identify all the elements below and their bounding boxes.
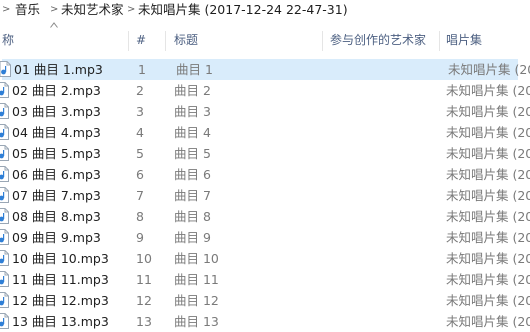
track-album: 未知唱片集 (201 [446, 167, 530, 182]
track-number: 13 [136, 314, 152, 329]
column-header-title[interactable]: 标题 [174, 28, 198, 53]
track-album: 未知唱片集 (201 [446, 293, 530, 308]
track-album: 未知唱片集 (201 [446, 209, 530, 224]
column-divider[interactable] [128, 31, 129, 51]
chevron-right-icon[interactable]: > [50, 0, 58, 20]
track-number: 10 [136, 251, 152, 266]
breadcrumb-item-artist[interactable]: 未知艺术家 [61, 0, 124, 20]
file-name: 10 曲目 10.mp3 [12, 251, 109, 266]
audio-file-icon [0, 187, 9, 203]
chevron-right-icon[interactable]: > [127, 0, 135, 20]
track-album: 未知唱片集 (201 [446, 230, 530, 245]
track-number: 8 [136, 209, 144, 224]
track-title: 曲目 8 [174, 209, 211, 224]
file-name: 09 曲目 9.mp3 [12, 230, 101, 245]
track-number: 1 [138, 62, 146, 77]
track-number: 4 [136, 125, 144, 140]
breadcrumb: > 音乐 > 未知艺术家 > 未知唱片集 (2017-12-24 22-47-3… [0, 0, 530, 20]
column-divider[interactable] [322, 31, 323, 51]
table-row[interactable]: 06 曲目 6.mp3 6 曲目 6 未知唱片集 (201 [0, 164, 530, 185]
track-album: 未知唱片集 (201 [446, 272, 530, 287]
track-album: 未知唱片集 (201 [446, 104, 530, 119]
track-title: 曲目 12 [174, 293, 219, 308]
column-header-row: 称 # 标题 参与创作的艺术家 唱片集 [0, 28, 530, 53]
track-number: 11 [136, 272, 152, 287]
audio-file-icon [0, 166, 9, 182]
audio-file-icon [0, 61, 11, 77]
track-number: 6 [136, 167, 144, 182]
breadcrumb-item-album[interactable]: 未知唱片集 (2017-12-24 22-47-31) [138, 0, 348, 20]
file-name: 07 曲目 7.mp3 [12, 188, 101, 203]
table-row[interactable]: 01 曲目 1.mp3 1 曲目 1 未知唱片集 (201 [0, 59, 530, 80]
file-name: 12 曲目 12.mp3 [12, 293, 109, 308]
table-row[interactable]: 08 曲目 8.mp3 8 曲目 8 未知唱片集 (201 [0, 206, 530, 227]
audio-file-icon [0, 229, 9, 245]
table-row[interactable]: 12 曲目 12.mp3 12 曲目 12 未知唱片集 (201 [0, 290, 530, 311]
track-number: 9 [136, 230, 144, 245]
table-row[interactable]: 02 曲目 2.mp3 2 曲目 2 未知唱片集 (201 [0, 80, 530, 101]
table-row[interactable]: 13 曲目 13.mp3 13 曲目 13 未知唱片集 (201 [0, 311, 530, 332]
audio-file-icon [0, 271, 9, 287]
column-header-name[interactable]: 称 [2, 28, 14, 53]
table-row[interactable]: 03 曲目 3.mp3 3 曲目 3 未知唱片集 (201 [0, 101, 530, 122]
track-title: 曲目 13 [174, 314, 219, 329]
file-name: 05 曲目 5.mp3 [12, 146, 101, 161]
track-album: 未知唱片集 (201 [446, 314, 530, 329]
audio-file-icon [0, 208, 9, 224]
file-name: 11 曲目 11.mp3 [12, 272, 109, 287]
track-title: 曲目 4 [174, 125, 211, 140]
audio-file-icon [0, 250, 9, 266]
chevron-right-icon[interactable]: > [2, 0, 10, 20]
file-name: 06 曲目 6.mp3 [12, 167, 101, 182]
track-number: 12 [136, 293, 152, 308]
track-title: 曲目 1 [176, 62, 213, 77]
track-album: 未知唱片集 (201 [446, 125, 530, 140]
column-header-artist[interactable]: 参与创作的艺术家 [330, 28, 426, 53]
audio-file-icon [0, 103, 9, 119]
track-album: 未知唱片集 (201 [448, 62, 530, 77]
audio-file-icon [0, 124, 9, 140]
audio-file-icon [0, 82, 9, 98]
file-name: 02 曲目 2.mp3 [12, 83, 101, 98]
table-row[interactable]: 05 曲目 5.mp3 5 曲目 5 未知唱片集 (201 [0, 143, 530, 164]
table-row[interactable]: 07 曲目 7.mp3 7 曲目 7 未知唱片集 (201 [0, 185, 530, 206]
track-title: 曲目 10 [174, 251, 219, 266]
track-title: 曲目 11 [174, 272, 219, 287]
track-title: 曲目 9 [174, 230, 211, 245]
column-divider[interactable] [165, 31, 166, 51]
breadcrumb-item-music[interactable]: 音乐 [15, 0, 40, 20]
track-album: 未知唱片集 (201 [446, 188, 530, 203]
track-number: 2 [136, 83, 144, 98]
file-name: 01 曲目 1.mp3 [14, 62, 103, 77]
track-album: 未知唱片集 (201 [446, 83, 530, 98]
table-row[interactable]: 10 曲目 10.mp3 10 曲目 10 未知唱片集 (201 [0, 248, 530, 269]
track-title: 曲目 5 [174, 146, 211, 161]
track-number: 5 [136, 146, 144, 161]
file-name: 03 曲目 3.mp3 [12, 104, 101, 119]
table-row[interactable]: 04 曲目 4.mp3 4 曲目 4 未知唱片集 (201 [0, 122, 530, 143]
audio-file-icon [0, 145, 9, 161]
table-row[interactable]: 09 曲目 9.mp3 9 曲目 9 未知唱片集 (201 [0, 227, 530, 248]
track-number: 3 [136, 104, 144, 119]
table-row[interactable]: 11 曲目 11.mp3 11 曲目 11 未知唱片集 (201 [0, 269, 530, 290]
column-header-number[interactable]: # [136, 28, 146, 53]
track-album: 未知唱片集 (201 [446, 251, 530, 266]
file-name: 04 曲目 4.mp3 [12, 125, 101, 140]
column-divider[interactable] [439, 31, 440, 51]
file-name: 08 曲目 8.mp3 [12, 209, 101, 224]
track-title: 曲目 3 [174, 104, 211, 119]
track-number: 7 [136, 188, 144, 203]
track-title: 曲目 7 [174, 188, 211, 203]
file-name: 13 曲目 13.mp3 [12, 314, 109, 329]
track-title: 曲目 2 [174, 83, 211, 98]
track-album: 未知唱片集 (201 [446, 146, 530, 161]
track-title: 曲目 6 [174, 167, 211, 182]
audio-file-icon [0, 292, 9, 308]
column-header-album[interactable]: 唱片集 [446, 28, 482, 53]
